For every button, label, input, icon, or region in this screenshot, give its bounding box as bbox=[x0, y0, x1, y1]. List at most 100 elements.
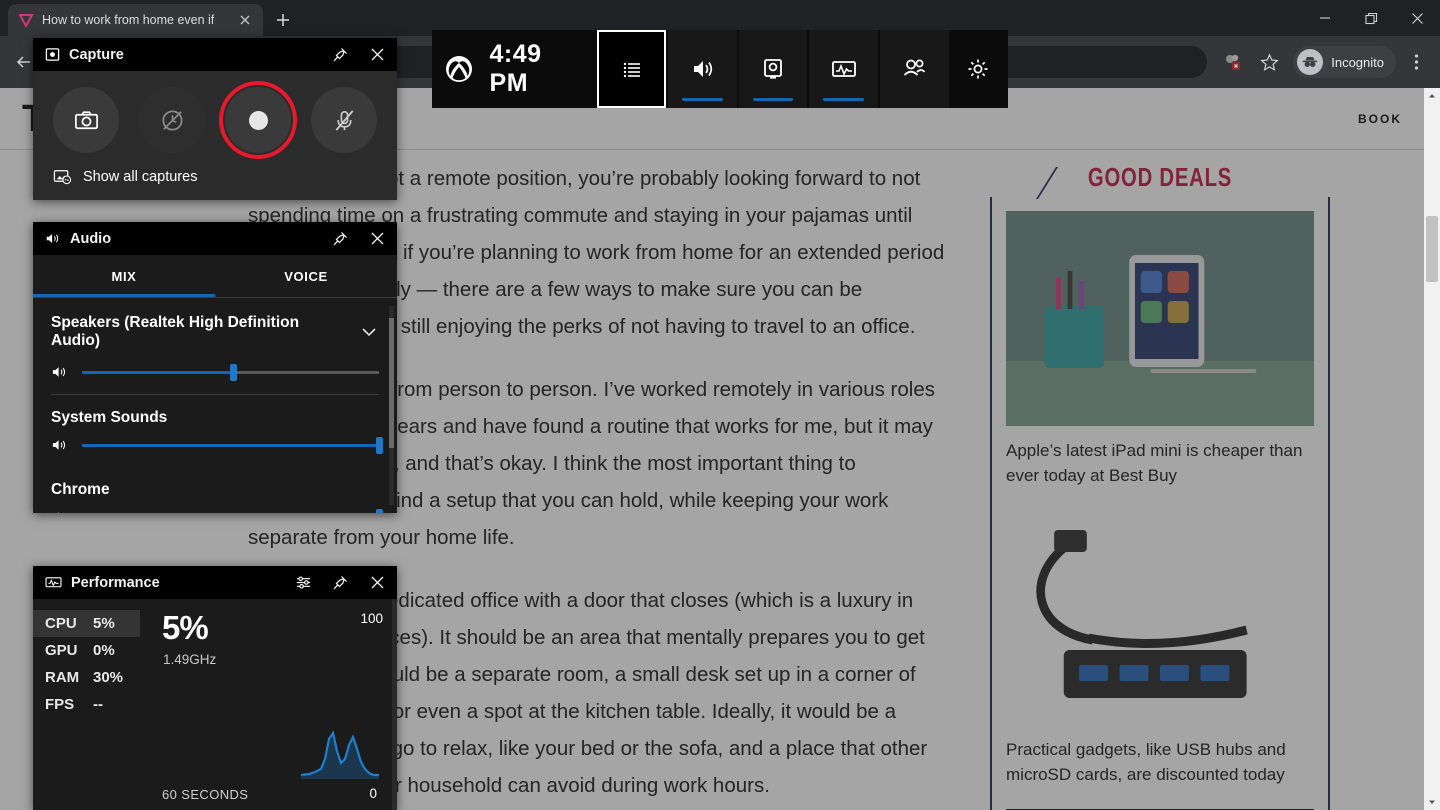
deal-caption: Apple’s latest iPad mini is cheaper than… bbox=[1006, 441, 1303, 485]
close-icon bbox=[371, 576, 383, 589]
restore-button[interactable] bbox=[1348, 0, 1394, 36]
minimize-button[interactable] bbox=[1302, 0, 1348, 36]
performance-graph-panel: 5% 1.49GHz 100 0 60 SECONDS bbox=[140, 599, 397, 810]
metric-gpu[interactable]: GPU 0% bbox=[33, 637, 140, 664]
toggle-microphone-button[interactable] bbox=[311, 87, 377, 153]
arrow-left-icon bbox=[16, 56, 30, 68]
pin-button[interactable] bbox=[326, 569, 354, 597]
tab-mix[interactable]: MIX bbox=[33, 255, 215, 297]
new-tab-button[interactable] bbox=[269, 6, 297, 34]
gamebar-clock: 4:49 PM bbox=[489, 40, 542, 97]
close-icon bbox=[371, 232, 383, 245]
tab-voice[interactable]: VOICE bbox=[215, 255, 397, 297]
close-window-button[interactable] bbox=[1394, 0, 1440, 36]
speaker-icon bbox=[694, 61, 713, 77]
app-volume-row bbox=[33, 429, 397, 467]
mic-muted-icon bbox=[335, 109, 353, 131]
speaker-icon[interactable] bbox=[51, 437, 70, 453]
audio-device-name: Speakers (Realtek High Definition Audio) bbox=[51, 314, 300, 349]
scroll-down-arrow[interactable] bbox=[1424, 794, 1440, 810]
audio-scroll-area: Speakers (Realtek High Definition Audio)… bbox=[33, 298, 397, 513]
gamebar-widget-menu-button[interactable] bbox=[597, 30, 666, 108]
pin-icon bbox=[333, 575, 347, 589]
metric-cpu[interactable]: CPU 5% bbox=[33, 610, 140, 637]
graph-axis-max: 100 bbox=[360, 611, 383, 626]
capture-widget-header: Capture bbox=[33, 38, 397, 71]
good-deals-rail: GOOD DEALS Apple’s latest iPad mini is c… bbox=[990, 150, 1330, 810]
capture-widget-body: Show all captures bbox=[33, 71, 397, 200]
performance-settings-button[interactable] bbox=[289, 569, 317, 597]
take-screenshot-button[interactable] bbox=[53, 87, 119, 153]
scroll-up-arrow[interactable] bbox=[1424, 88, 1440, 104]
audio-widget: Audio MIX VOICE Speakers (Realtek High D… bbox=[33, 222, 397, 513]
gamebar-audio-button[interactable] bbox=[667, 30, 737, 108]
capture-icon bbox=[45, 48, 60, 61]
sliders-icon bbox=[296, 576, 310, 589]
tab-close-icon[interactable] bbox=[237, 12, 253, 28]
performance-metric-list: CPU 5% GPU 0% RAM 30% FPS -- bbox=[33, 599, 140, 810]
app-volume-slider[interactable] bbox=[82, 436, 383, 454]
pin-button[interactable] bbox=[326, 225, 354, 253]
app-name: Chrome bbox=[51, 481, 110, 498]
clock-speed: 1.49GHz bbox=[163, 652, 217, 667]
deal-card[interactable]: Apple’s latest iPad mini is cheaper than… bbox=[1006, 211, 1314, 488]
verge-logo-icon bbox=[18, 14, 34, 28]
widget-title: Audio bbox=[70, 230, 112, 247]
page-scrollbar[interactable] bbox=[1424, 88, 1440, 810]
metric-value: 0% bbox=[93, 642, 115, 659]
metric-value: 30% bbox=[93, 669, 124, 686]
restore-icon bbox=[1364, 12, 1377, 24]
capture-monitor-icon bbox=[764, 59, 782, 79]
metric-value: 5% bbox=[93, 615, 115, 632]
scrollbar-thumb[interactable] bbox=[1426, 216, 1438, 282]
browser-tab[interactable]: How to work from home even if bbox=[8, 4, 263, 36]
speaker-icon[interactable] bbox=[51, 509, 70, 513]
speaker-icon bbox=[46, 234, 59, 243]
close-icon bbox=[1411, 12, 1423, 24]
close-button[interactable] bbox=[363, 569, 391, 597]
close-button[interactable] bbox=[363, 225, 391, 253]
avatar bbox=[1297, 49, 1324, 75]
active-underline bbox=[823, 98, 865, 101]
close-button[interactable] bbox=[363, 41, 391, 69]
app-name: System Sounds bbox=[51, 409, 168, 426]
metric-key: RAM bbox=[45, 669, 80, 686]
capture-widget: Capture Show all captures bbox=[33, 38, 397, 200]
tab-label: VOICE bbox=[284, 268, 328, 284]
ipad-mini-photo bbox=[1006, 211, 1314, 426]
record-dot-icon bbox=[248, 110, 268, 130]
active-underline bbox=[681, 98, 723, 101]
incognito-label: Incognito bbox=[1331, 54, 1384, 70]
gamebar-settings-button[interactable] bbox=[948, 30, 1008, 108]
device-volume-slider[interactable] bbox=[82, 363, 379, 381]
audio-scrollbar-thumb[interactable] bbox=[389, 318, 394, 448]
deal-card[interactable]: Practical gadgets, like USB hubs and mic… bbox=[1006, 510, 1314, 787]
graph-time-range: 60 SECONDS bbox=[162, 787, 249, 802]
performance-scrollbar[interactable] bbox=[392, 599, 397, 810]
audio-widget-header: Audio bbox=[33, 222, 397, 255]
metric-ram[interactable]: RAM 30% bbox=[33, 664, 140, 691]
chevron-down-icon[interactable] bbox=[359, 322, 379, 342]
plus-icon bbox=[277, 14, 289, 26]
chrome-menu-button[interactable] bbox=[1400, 46, 1432, 78]
gallery-icon bbox=[53, 170, 72, 185]
show-all-captures-link[interactable]: Show all captures bbox=[51, 167, 379, 186]
start-recording-button[interactable] bbox=[219, 81, 297, 159]
audio-device-row[interactable]: Speakers (Realtek High Definition Audio) bbox=[33, 298, 397, 356]
record-last-30s-button[interactable] bbox=[139, 87, 205, 153]
gamebar-performance-button[interactable] bbox=[809, 30, 879, 108]
widget-title: Performance bbox=[71, 574, 160, 591]
extension-button[interactable] bbox=[1217, 46, 1249, 78]
bookmark-star-button[interactable] bbox=[1253, 46, 1285, 78]
incognito-indicator[interactable]: Incognito bbox=[1293, 46, 1396, 78]
gamebar-social-button[interactable] bbox=[879, 30, 949, 108]
metric-fps[interactable]: FPS -- bbox=[33, 691, 140, 718]
pin-button[interactable] bbox=[326, 41, 354, 69]
metric-key: FPS bbox=[45, 696, 75, 713]
pin-icon bbox=[333, 47, 347, 61]
tab-label: MIX bbox=[111, 268, 137, 284]
gamebar-capture-button[interactable] bbox=[738, 30, 808, 108]
speaker-icon[interactable] bbox=[51, 364, 70, 380]
performance-icon bbox=[831, 61, 856, 77]
xbox-home-button[interactable] bbox=[432, 30, 486, 108]
